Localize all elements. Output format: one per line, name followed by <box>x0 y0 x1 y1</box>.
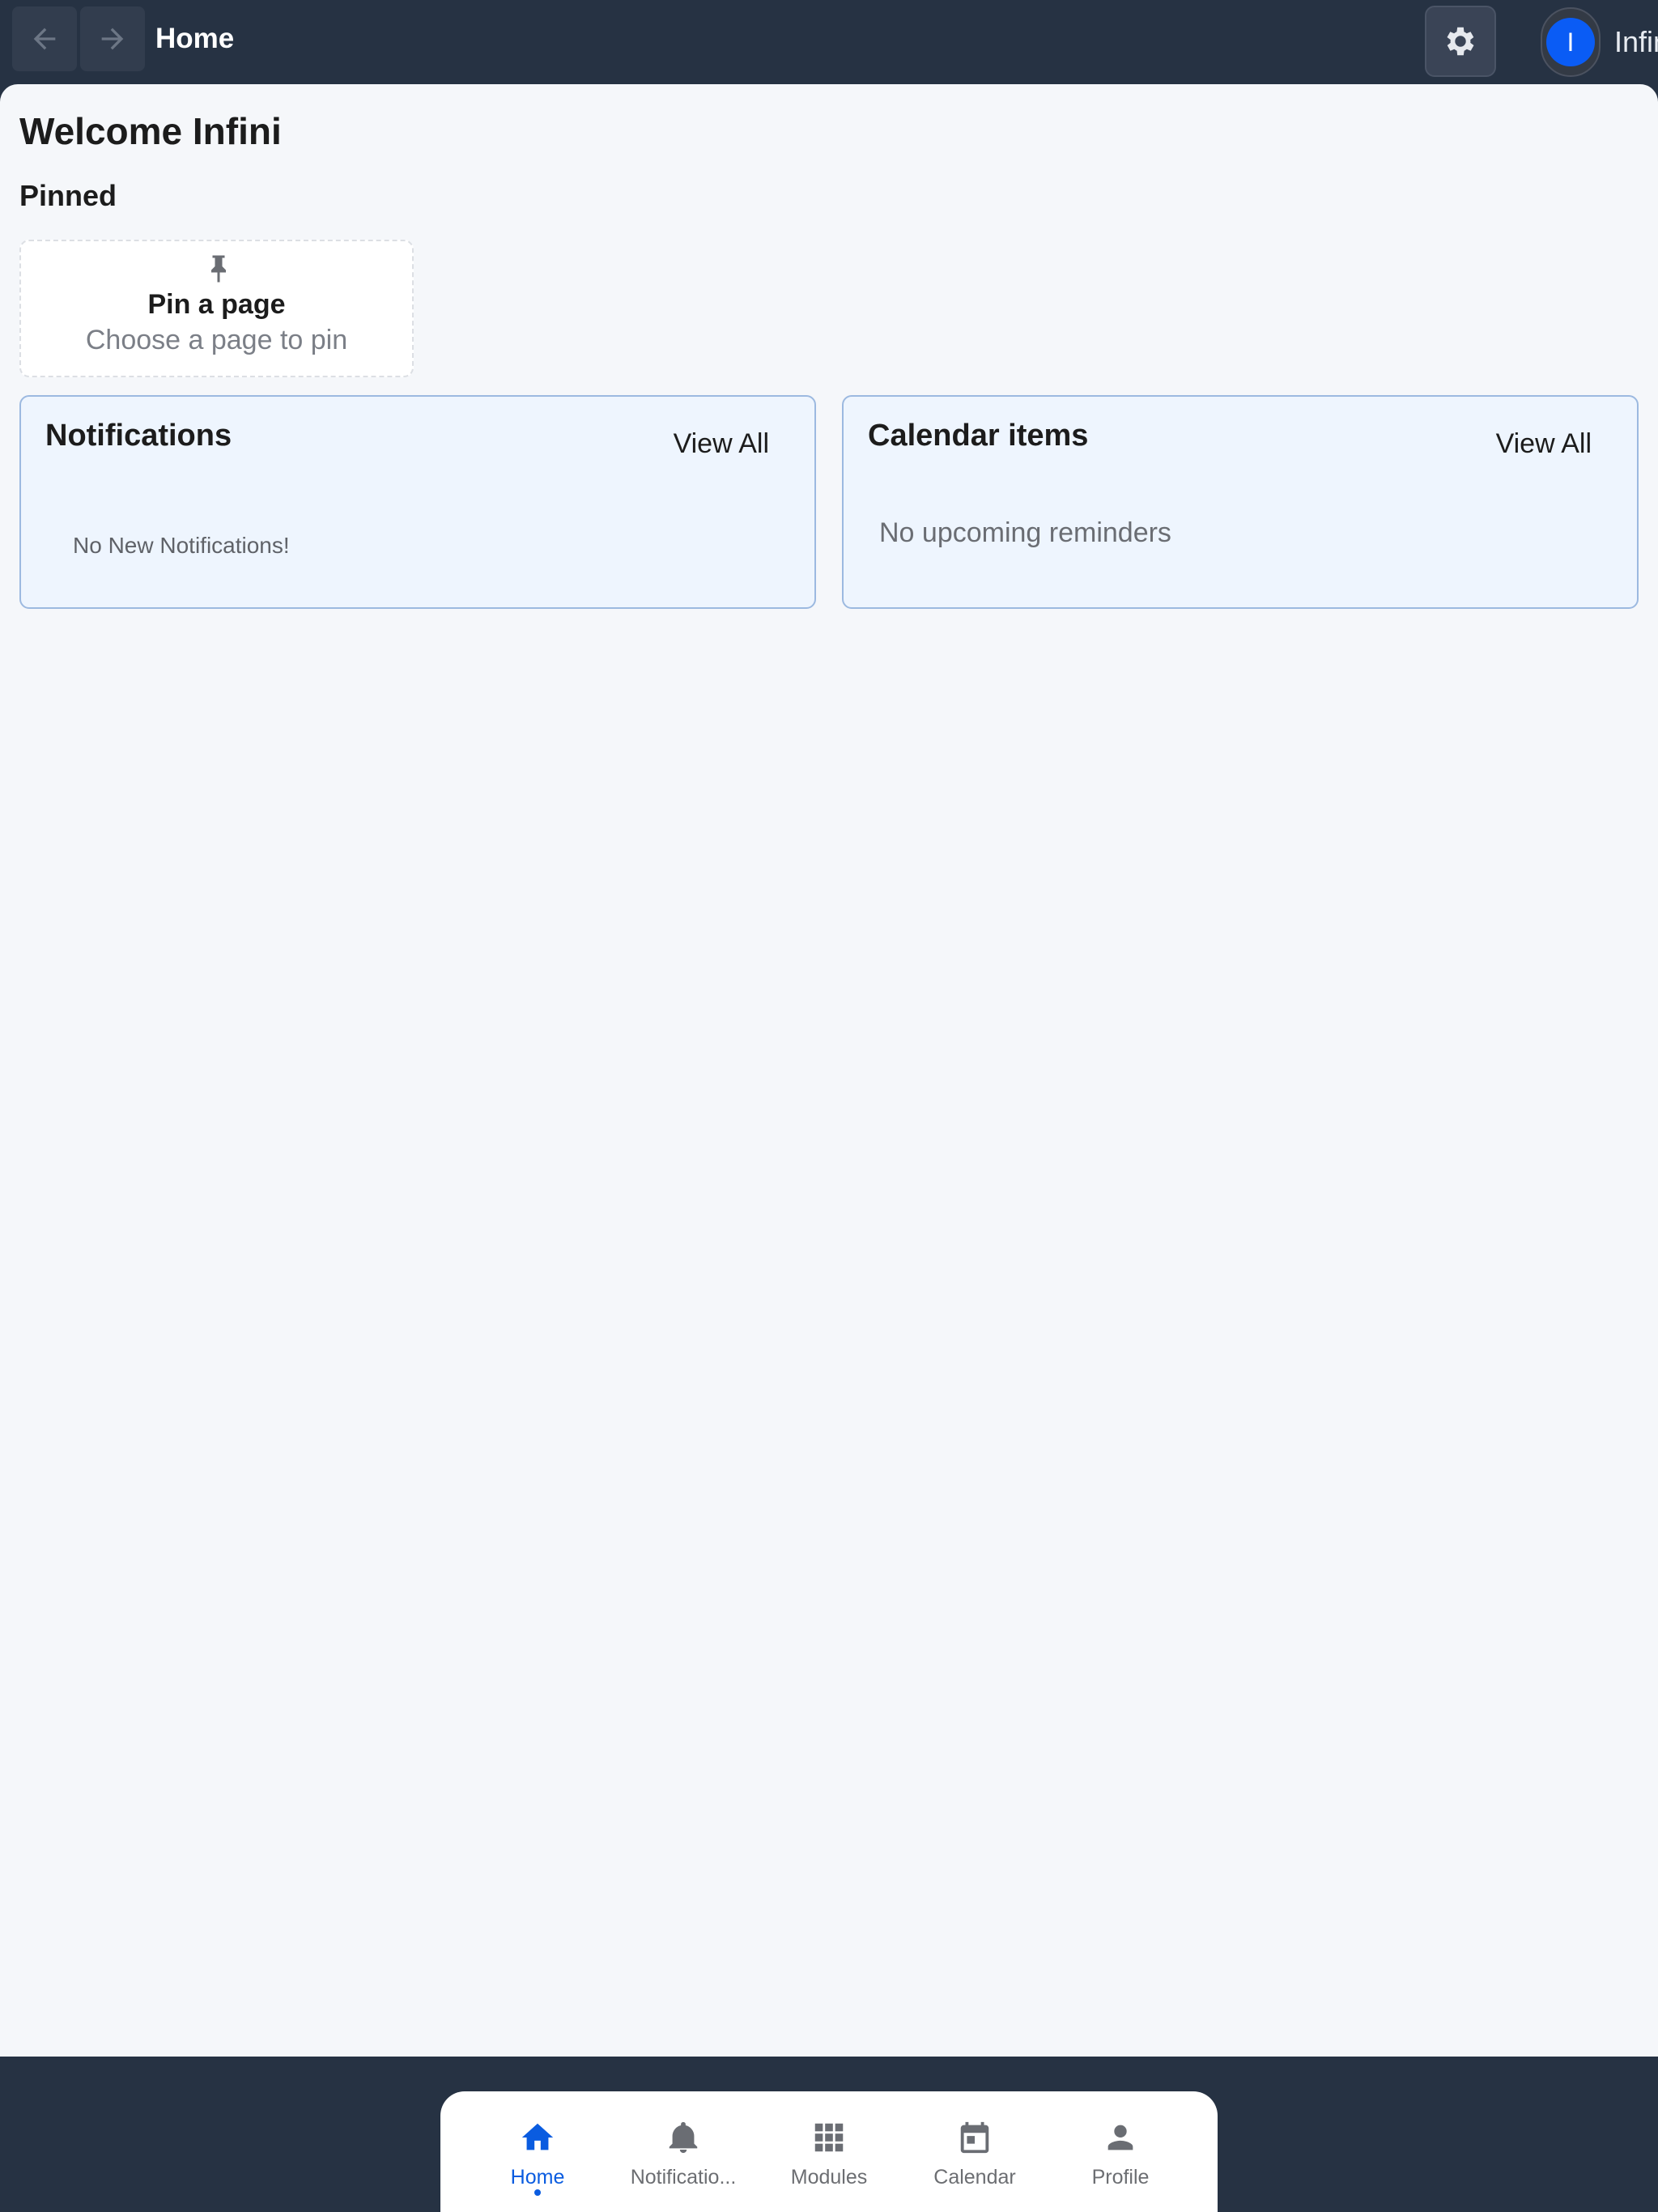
notifications-view-all-button[interactable]: View All <box>674 424 769 463</box>
notifications-panel: Notifications View All No New Notificati… <box>19 395 816 609</box>
calendar-panel: Calendar items View All No upcoming remi… <box>842 395 1639 609</box>
calendar-view-all-button[interactable]: View All <box>1496 424 1592 463</box>
notifications-empty-text: No New Notifications! <box>73 533 290 558</box>
forward-button[interactable] <box>80 6 145 71</box>
user-avatar-button[interactable]: I <box>1541 7 1601 77</box>
tab-profile[interactable]: Profile <box>1048 2091 1193 2212</box>
back-button[interactable] <box>12 6 77 71</box>
top-bar: Home I Infini <box>0 0 1658 84</box>
tab-profile-label: Profile <box>1091 2166 1150 2189</box>
arrow-right-icon <box>101 28 124 50</box>
calendar-icon <box>960 2121 989 2154</box>
active-tab-indicator <box>534 2189 541 2196</box>
pin-card-title: Pin a page <box>147 289 286 320</box>
bottom-area: Home Notificatio... Modules Calendar Pro… <box>0 2057 1658 2212</box>
tab-calendar[interactable]: Calendar <box>902 2091 1048 2212</box>
tab-calendar-label: Calendar <box>933 2166 1016 2189</box>
arrow-left-icon <box>33 28 56 50</box>
bottom-tab-bar: Home Notificatio... Modules Calendar Pro… <box>440 2091 1218 2212</box>
settings-button[interactable] <box>1425 6 1496 77</box>
tab-notifications-label: Notificatio... <box>630 2166 737 2189</box>
pin-icon <box>211 255 226 283</box>
gear-icon <box>1447 27 1474 56</box>
notifications-title: Notifications <box>45 419 232 453</box>
page-title: Home <box>155 23 235 54</box>
pin-card-subtitle: Choose a page to pin <box>85 325 348 355</box>
grid-icon <box>814 2123 844 2152</box>
tab-notifications[interactable]: Notificatio... <box>610 2091 756 2212</box>
bell-icon <box>669 2121 698 2154</box>
pinned-heading: Pinned <box>19 179 117 212</box>
person-icon <box>1107 2125 1133 2150</box>
tab-home[interactable]: Home <box>465 2091 610 2212</box>
home-icon <box>521 2123 554 2150</box>
user-name[interactable]: Infini <box>1614 23 1658 62</box>
pin-a-page-card[interactable]: Pin a page Choose a page to pin <box>19 240 414 377</box>
tab-modules-label: Modules <box>790 2166 868 2189</box>
avatar: I <box>1546 18 1595 66</box>
tab-home-label: Home <box>510 2166 565 2189</box>
tab-modules[interactable]: Modules <box>756 2091 902 2212</box>
calendar-title: Calendar items <box>868 419 1089 453</box>
main-content: Welcome Infini Pinned Pin a page Choose … <box>0 84 1658 2057</box>
calendar-empty-text: No upcoming reminders <box>879 517 1171 548</box>
welcome-heading: Welcome Infini <box>19 110 282 152</box>
